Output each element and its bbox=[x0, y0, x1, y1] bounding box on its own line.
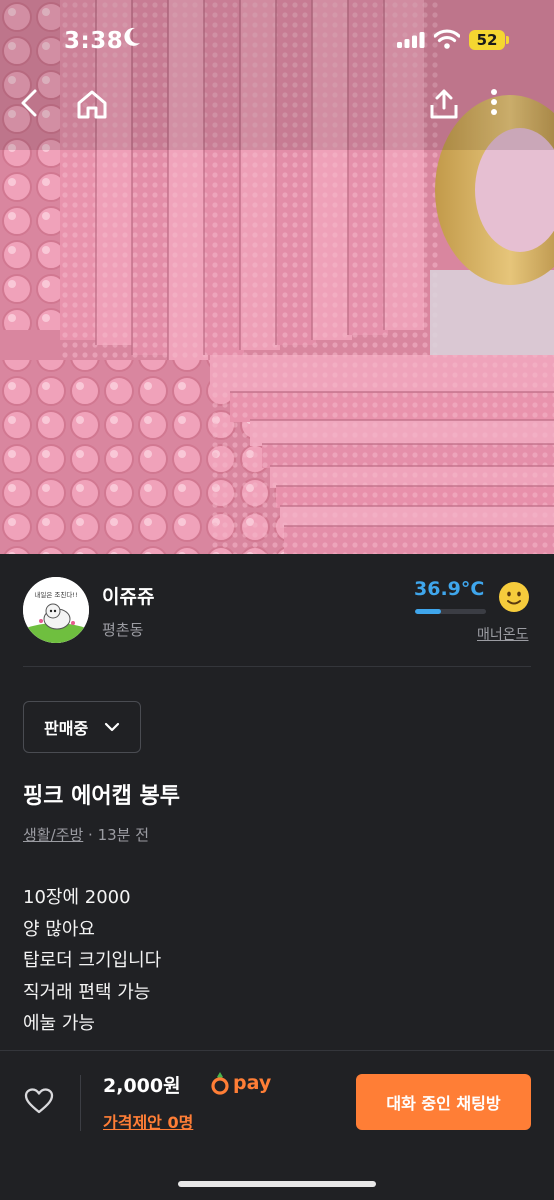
listing-description: 10장에 2000 양 많아요 탑로더 크기입니다 직거래 편택 가능 에눌 가… bbox=[23, 882, 161, 1040]
share-button[interactable] bbox=[428, 88, 468, 128]
avatar[interactable]: 내일은 조친다!! bbox=[23, 577, 89, 643]
price: 2,000원 bbox=[103, 1075, 181, 1097]
chevron-left-icon bbox=[21, 89, 37, 117]
listing-meta: 생활/주방 · 13분 전 bbox=[23, 824, 149, 845]
status-time: 3:38 bbox=[64, 28, 124, 54]
description-line: 양 많아요 bbox=[23, 918, 95, 940]
avatar-caption: 내일은 조친다!! bbox=[34, 591, 78, 599]
home-icon bbox=[77, 90, 107, 119]
avatar-illustration bbox=[23, 577, 89, 643]
heart-icon bbox=[24, 1088, 54, 1114]
product-photo-illustration bbox=[0, 0, 554, 554]
description-line: 에눌 가능 bbox=[23, 1013, 95, 1034]
home-indicator bbox=[178, 1181, 376, 1187]
status-bar: 3:38 52 bbox=[0, 0, 554, 80]
smiley-face-icon bbox=[499, 582, 529, 612]
manner-temperature-fill bbox=[415, 609, 442, 614]
karrot-pay-badge: pay bbox=[211, 1071, 271, 1095]
battery-indicator: 52 bbox=[469, 30, 505, 50]
share-icon bbox=[430, 89, 458, 119]
section-divider bbox=[23, 666, 531, 667]
chat-room-button[interactable]: 대화 중인 채팅방 bbox=[356, 1074, 531, 1130]
description-line: 10장에 2000 bbox=[23, 887, 131, 908]
price-offer-link[interactable]: 가격제안 0명 bbox=[103, 1109, 193, 1133]
category-link[interactable]: 생활/주방 bbox=[23, 826, 83, 844]
battery-cap bbox=[506, 36, 509, 44]
bottom-action-bar: 2,000원 pay 가격제안 0명 대화 중인 채팅방 bbox=[0, 1050, 554, 1200]
pay-label: pay bbox=[233, 1072, 272, 1094]
seller-name[interactable]: 이쥬쥬 bbox=[102, 582, 154, 609]
more-button[interactable] bbox=[490, 88, 530, 128]
listing-title: 핑크 에어캡 봉투 bbox=[23, 784, 180, 809]
product-photo[interactable]: 3:38 52 bbox=[0, 0, 554, 554]
back-button[interactable] bbox=[18, 88, 58, 128]
description-line: 탑로더 크기입니다 bbox=[23, 950, 162, 971]
bottom-divider bbox=[80, 1075, 81, 1131]
sale-status-dropdown[interactable]: 판매중 bbox=[23, 701, 141, 753]
carrot-pay-icon bbox=[211, 1072, 229, 1095]
home-button[interactable] bbox=[75, 88, 115, 128]
like-button[interactable] bbox=[24, 1087, 54, 1119]
seller-location: 평촌동 bbox=[102, 621, 144, 639]
seller-profile[interactable]: 내일은 조친다!! 이쥬쥬 평촌동 36.9°C 매너온도 bbox=[0, 554, 554, 668]
description-line: 직거래 편택 가능 bbox=[23, 981, 151, 1003]
manner-temperature-value: 36.9°C bbox=[414, 578, 485, 600]
manner-temperature-bar bbox=[415, 609, 486, 614]
chevron-down-icon bbox=[105, 722, 120, 732]
sale-status-label: 판매중 bbox=[44, 719, 89, 738]
more-vertical-icon bbox=[491, 89, 497, 115]
manner-temperature-link[interactable]: 매너온도 bbox=[477, 624, 529, 644]
posted-time: · 13분 전 bbox=[83, 826, 150, 844]
